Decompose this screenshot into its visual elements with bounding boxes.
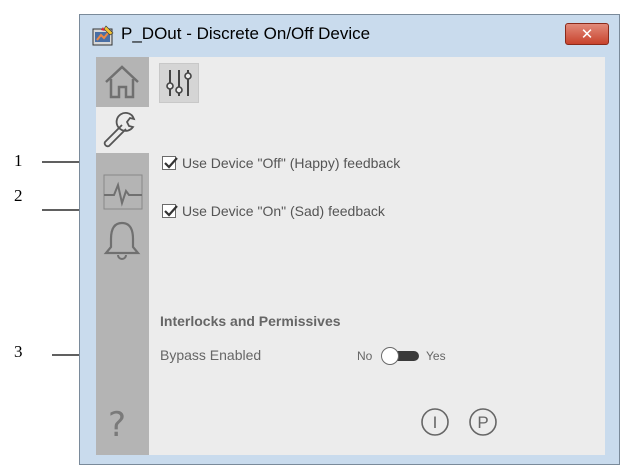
maintenance-panel: Use Device "Off" (Happy) feedback Use De… <box>149 57 605 455</box>
bypass-label: Bypass Enabled <box>160 347 262 363</box>
bypass-toggle[interactable] <box>381 347 419 365</box>
tab-maintenance[interactable] <box>96 107 151 153</box>
off-feedback-checkbox[interactable] <box>162 156 178 170</box>
close-button[interactable]: ✕ <box>565 23 609 45</box>
svg-text:P: P <box>477 413 488 432</box>
interlocks-section-title: Interlocks and Permissives <box>160 313 341 329</box>
sliders-icon <box>166 70 192 96</box>
checkbox-row-on-feedback[interactable]: Use Device "On" (Sad) feedback <box>162 203 385 219</box>
faceplate-window: P_DOut - Discrete On/Off Device ✕ ? Use … <box>79 14 620 465</box>
bypass-on-label: Yes <box>426 349 446 363</box>
callout-3: 3 <box>14 342 23 361</box>
off-feedback-label: Use Device "Off" (Happy) feedback <box>182 155 401 171</box>
checkbox-row-off-feedback[interactable]: Use Device "Off" (Happy) feedback <box>162 155 400 171</box>
home-icon <box>105 65 139 99</box>
tab-home[interactable] <box>98 59 147 105</box>
svg-text:I: I <box>433 413 438 432</box>
navigation-sidebar: ? <box>96 57 151 455</box>
wrench-icon <box>103 112 136 148</box>
close-icon: ✕ <box>580 25 594 43</box>
bell-icon <box>103 221 141 260</box>
app-icon <box>92 25 114 47</box>
tab-alarms[interactable] <box>98 217 147 263</box>
interlock-button[interactable]: I <box>420 407 450 437</box>
trend-icon <box>103 174 143 210</box>
permissive-button[interactable]: P <box>468 407 498 437</box>
callout-2: 2 <box>14 186 23 205</box>
tab-trends[interactable] <box>98 169 147 215</box>
help-icon[interactable]: ? <box>108 405 126 445</box>
bypass-off-label: No <box>357 349 373 363</box>
window-title: P_DOut - Discrete On/Off Device <box>121 24 371 43</box>
callout-1: 1 <box>14 151 23 170</box>
interlock-icon: I <box>421 408 449 436</box>
on-feedback-checkbox[interactable] <box>162 204 178 218</box>
toggle-knob <box>381 347 399 365</box>
on-feedback-label: Use Device "On" (Sad) feedback <box>182 203 385 219</box>
title-bar[interactable]: P_DOut - Discrete On/Off Device ✕ <box>80 15 619 55</box>
settings-button[interactable] <box>159 63 199 103</box>
permissive-icon: P <box>469 408 497 436</box>
